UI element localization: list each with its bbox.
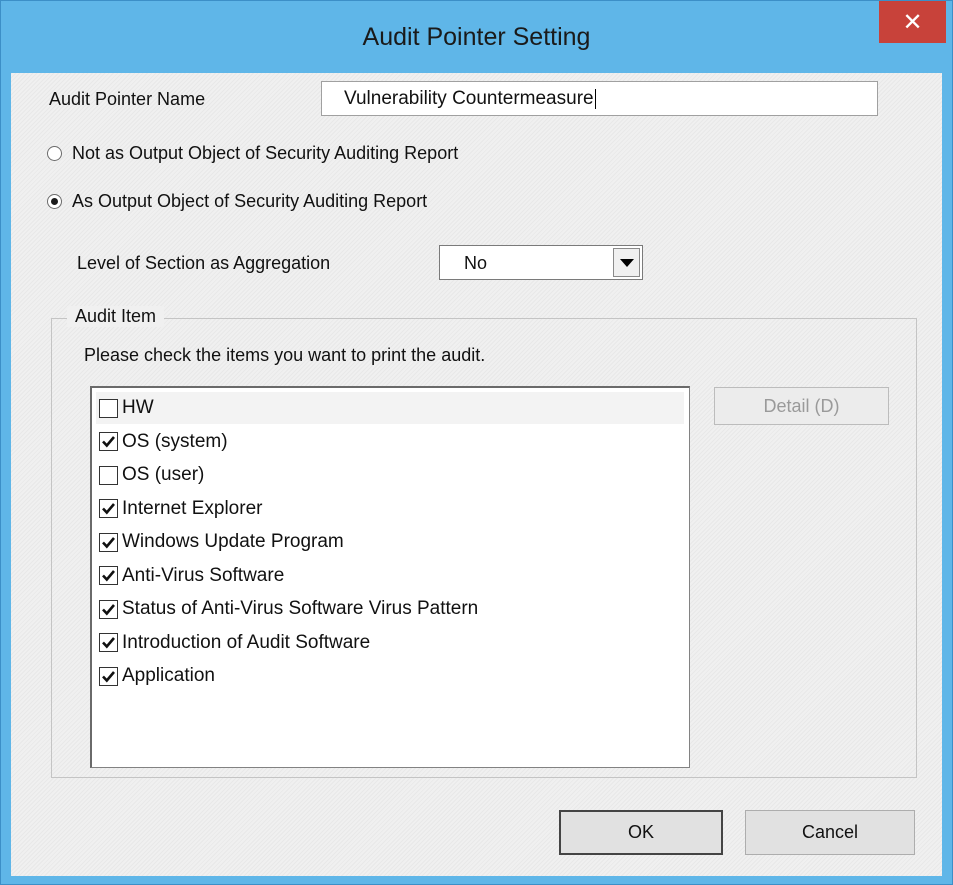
check-icon (102, 503, 115, 515)
audit-item-instruction: Please check the items you want to print… (84, 345, 486, 365)
audit-item-list[interactable]: HW OS (system) OS (user) Internet Explorer W… (90, 386, 690, 768)
list-item-label: Internet Explorer (122, 497, 263, 519)
check-icon (102, 436, 115, 448)
checkbox-unchecked[interactable] (99, 398, 118, 418)
check-icon (102, 570, 115, 582)
audit-pointer-name-value: Vulnerability Countermeasure (344, 88, 594, 109)
detail-button[interactable]: Detail (D) (714, 387, 889, 425)
checkbox-checked[interactable] (99, 566, 118, 585)
list-item-label: Anti-Virus Software (122, 564, 285, 586)
radio-not-output-circle[interactable] (47, 146, 62, 161)
check-icon (102, 637, 115, 649)
check-icon (102, 670, 115, 682)
list-item[interactable]: Application (96, 660, 684, 692)
close-button[interactable]: ✕ (879, 1, 946, 43)
audit-item-group-title: Audit Item (67, 306, 165, 327)
section-level-select[interactable]: No (439, 245, 643, 280)
checkbox-checked[interactable] (99, 599, 118, 619)
radio-selected-dot (51, 198, 58, 205)
ok-button[interactable]: OK (559, 810, 723, 855)
radio-output-circle[interactable] (47, 194, 62, 209)
section-level-label: Level of Section as Aggregation (77, 253, 331, 273)
audit-pointer-name-input[interactable]: Vulnerability Countermeasure (321, 81, 878, 116)
window-title: Audit Pointer Setting (362, 23, 591, 51)
checkbox-checked[interactable] (99, 432, 118, 451)
close-icon: ✕ (902, 8, 923, 36)
cancel-button[interactable]: Cancel (745, 810, 915, 855)
section-level-dropdown-button[interactable] (613, 248, 640, 277)
list-item[interactable]: OS (system) (96, 426, 684, 458)
radio-not-output[interactable]: Not as Output Object of Security Auditin… (47, 143, 458, 164)
list-item-label: OS (user) (122, 464, 205, 485)
checkbox-checked[interactable] (99, 499, 118, 518)
audit-pointer-name-label: Audit Pointer Name (49, 89, 206, 109)
list-item-label: OS (system) (122, 430, 228, 452)
dialog-window: Audit Pointer Setting ✕ Audit Pointer Na… (0, 0, 953, 885)
checkbox-checked[interactable] (99, 666, 118, 686)
list-item-label: Introduction of Audit Software (122, 631, 371, 653)
checkbox-checked[interactable] (99, 633, 118, 652)
text-caret (594, 88, 596, 109)
dialog-body: Audit Pointer Name Vulnerability Counter… (11, 73, 942, 876)
section-level-value: No (464, 253, 488, 273)
list-item[interactable]: Introduction of Audit Software (96, 627, 684, 659)
list-item[interactable]: Windows Update Program (96, 526, 684, 558)
title-bar[interactable]: Audit Pointer Setting ✕ (1, 1, 952, 79)
radio-output[interactable]: As Output Object of Security Auditing Re… (47, 191, 427, 212)
checkbox-unchecked[interactable] (99, 465, 118, 485)
list-item[interactable]: Anti-Virus Software (96, 560, 684, 592)
list-item[interactable]: OS (user) (96, 459, 684, 491)
radio-not-output-label: Not as Output Object of Security Auditin… (72, 143, 459, 163)
list-item-label: Application (122, 665, 215, 686)
list-item[interactable]: HW (96, 392, 684, 424)
check-icon (102, 536, 115, 548)
list-item-label: Status of Anti-Virus Software Virus Patt… (122, 598, 479, 619)
list-item-label: HW (122, 397, 154, 418)
list-item[interactable]: Status of Anti-Virus Software Virus Patt… (96, 593, 684, 625)
checkbox-checked[interactable] (99, 532, 118, 552)
check-icon (102, 603, 115, 615)
list-item-label: Windows Update Program (122, 531, 344, 552)
radio-output-label: As Output Object of Security Auditing Re… (72, 191, 428, 211)
chevron-down-icon (619, 258, 634, 267)
list-item[interactable]: Internet Explorer (96, 493, 684, 525)
